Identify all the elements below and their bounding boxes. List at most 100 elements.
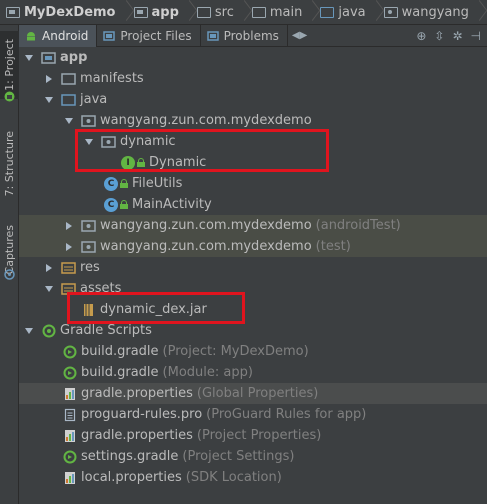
expand-arrow-icon[interactable] [44, 284, 54, 294]
tree-node-res[interactable]: res [19, 257, 487, 278]
tree-node-label: app [60, 50, 88, 65]
lock-icon [120, 179, 128, 188]
tree-node-package-test[interactable]: wangyang.zun.com.mydexdemo (test) [19, 236, 487, 257]
breadcrumb-label: MyDexDemo [24, 4, 116, 20]
hide-panel-icon[interactable]: ⊣ [471, 29, 481, 43]
tab-scroll-icon[interactable]: ◀▶ [292, 30, 307, 41]
resource-folder-icon [61, 261, 76, 275]
breadcrumb-wangyang[interactable]: wangyang [383, 0, 487, 24]
breadcrumb-separator [473, 0, 483, 24]
breadcrumb-mydexdemo[interactable]: MyDexDemo [6, 0, 134, 24]
target-icon[interactable]: ⊕ [416, 29, 426, 43]
breadcrumb-label: java [338, 4, 366, 20]
tree-node-package-androidtest[interactable]: wangyang.zun.com.mydexdemo (androidTest) [19, 215, 487, 236]
tool-buttons: ⊕ ⇳ ✲ ⊣ [416, 29, 487, 43]
tree-node-proguard-rules[interactable]: proguard-rules.pro (ProGuard Rules for a… [19, 404, 487, 425]
properties-file-icon [62, 471, 77, 485]
expand-arrow-icon[interactable] [64, 242, 74, 252]
tree-node-mainactivity[interactable]: C MainActivity [19, 194, 487, 215]
tree-node-label: build.gradle [81, 344, 159, 359]
tree-node-label: gradle.properties [81, 428, 193, 443]
structure-tool-tab[interactable]: 7: Structure [0, 123, 19, 205]
tree-node-hint: (test) [315, 239, 351, 254]
android-icon [4, 91, 15, 102]
captures-icon [4, 269, 15, 280]
gradle-scripts-icon [41, 324, 56, 338]
tree-node-build-gradle-module[interactable]: build.gradle (Module: app) [19, 362, 487, 383]
class-icon: C [104, 197, 118, 212]
tree-node-label: wangyang.zun.com.mydexdemo [100, 218, 312, 233]
tree-node-gradle-properties-project[interactable]: gradle.properties (Project Properties) [19, 425, 487, 446]
tree-node-hint: (Project: MyDexDemo) [162, 344, 309, 359]
breadcrumb-separator [238, 0, 248, 24]
tree-node-build-gradle-project[interactable]: build.gradle (Project: MyDexDemo) [19, 341, 487, 362]
tree-node-dynamic-interface[interactable]: I Dynamic [19, 152, 487, 173]
tree-node-label: Gradle Scripts [60, 323, 152, 338]
tree-node-label: FileUtils [132, 176, 183, 191]
problems-icon [206, 30, 219, 41]
package-icon [383, 6, 398, 18]
gear-icon[interactable]: ✲ [452, 29, 462, 43]
tree-node-label: gradle.properties [81, 386, 193, 401]
properties-file-icon [62, 387, 77, 401]
tree-node-app[interactable]: app [19, 47, 487, 68]
project-files-icon [103, 30, 116, 41]
tree-node-java[interactable]: java [19, 89, 487, 110]
breadcrumb-src[interactable]: src [196, 0, 252, 24]
project-tool-label: 1: Project [3, 39, 16, 91]
expand-arrow-icon[interactable] [24, 326, 34, 336]
breadcrumb-app[interactable]: app [133, 0, 197, 24]
tab-project-files[interactable]: Project Files [97, 24, 201, 47]
tree-node-manifests[interactable]: manifests [19, 68, 487, 89]
expand-arrow-icon[interactable] [44, 95, 54, 105]
source-folder-icon [61, 93, 76, 107]
captures-tool-label: Captures [3, 225, 16, 275]
expand-arrow-icon[interactable] [24, 53, 34, 63]
tree-node-settings-gradle[interactable]: settings.gradle (Project Settings) [19, 446, 487, 467]
tree-node-label: local.properties [81, 470, 182, 485]
tab-problems[interactable]: Problems [201, 24, 288, 47]
tree-node-dynamic-package[interactable]: dynamic [19, 131, 487, 152]
breadcrumb-label: wangyang [401, 4, 469, 20]
expand-arrow-icon[interactable] [64, 221, 74, 231]
expand-arrow-icon[interactable] [84, 137, 94, 147]
tree-node-assets[interactable]: assets [19, 278, 487, 299]
navigation-breadcrumb: MyDexDemo app src main java wangyang zun [0, 0, 487, 25]
tree-node-dynamic-dex-jar[interactable]: dynamic_dex.jar [19, 299, 487, 320]
breadcrumb-separator [306, 0, 316, 24]
tab-label: Project Files [120, 28, 192, 43]
tree-node-gradle-scripts[interactable]: Gradle Scripts [19, 320, 487, 341]
folder-icon [196, 6, 211, 18]
package-icon [81, 240, 96, 254]
tree-node-gradle-properties-global[interactable]: gradle.properties (Global Properties) [19, 383, 487, 404]
breadcrumb-main[interactable]: main [251, 0, 320, 24]
interface-icon: I [121, 155, 135, 170]
module-folder-icon [6, 6, 20, 18]
tool-window-strip: 1: Project 7: Structure Captures [0, 25, 19, 504]
expand-arrow-icon[interactable] [64, 116, 74, 126]
package-icon [81, 219, 96, 233]
lock-icon [137, 158, 145, 167]
tree-node-package-main[interactable]: wangyang.zun.com.mydexdemo [19, 110, 487, 131]
tree-node-label: dynamic [120, 134, 176, 149]
expand-arrow-icon[interactable] [44, 263, 54, 273]
package-icon [81, 114, 96, 128]
tree-node-hint: (SDK Location) [185, 470, 282, 485]
breadcrumb-java[interactable]: java [320, 0, 383, 24]
project-view-tabs: Android Project Files Problems ◀▶ ⊕ ⇳ ✲ … [19, 24, 487, 47]
module-folder-icon [41, 51, 56, 65]
tree-node-fileutils[interactable]: C FileUtils [19, 173, 487, 194]
folder-icon [61, 72, 76, 86]
source-folder-icon [320, 6, 335, 18]
properties-file-icon [62, 429, 77, 443]
expand-arrow-icon[interactable] [44, 74, 54, 84]
project-tool-tab[interactable]: 1: Project [0, 31, 19, 99]
tree-node-local-properties[interactable]: local.properties (SDK Location) [19, 467, 487, 488]
breadcrumb-label: src [214, 4, 234, 20]
tree-node-label: settings.gradle [81, 449, 179, 464]
collapse-all-icon[interactable]: ⇳ [434, 29, 444, 43]
tab-android[interactable]: Android [19, 24, 98, 47]
resource-folder-icon [61, 282, 76, 296]
gradle-file-icon [62, 450, 77, 464]
tree-node-label: res [80, 260, 100, 275]
